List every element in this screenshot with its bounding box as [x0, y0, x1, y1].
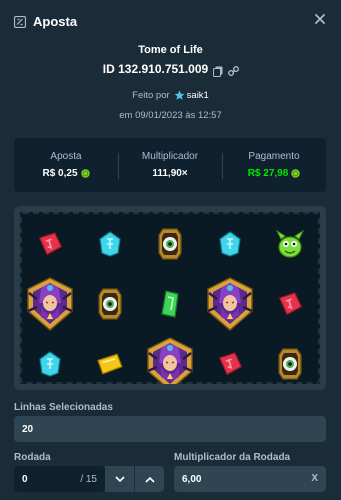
lines-field[interactable]: 20	[14, 416, 326, 442]
placed-by-prefix: Feito por	[132, 90, 170, 101]
round-down-button[interactable]	[105, 466, 134, 492]
stat-bet-label: Aposta	[50, 151, 82, 162]
bet-date: em 09/01/2023 às 12:57	[119, 110, 222, 121]
modal-title: Aposta	[33, 13, 78, 29]
eye-lantern-symbol	[80, 275, 140, 333]
round-total: / 15	[80, 473, 97, 485]
round-multiplier-value: 6,00	[182, 473, 202, 485]
slot-reels	[14, 206, 326, 390]
round-stepper	[105, 466, 164, 492]
eye-lantern-symbol	[140, 215, 200, 273]
green-gem-symbol	[140, 275, 200, 333]
red-rune-symbol	[200, 335, 260, 384]
chevron-up-icon	[144, 476, 155, 483]
stat-multiplier: Multiplicador 111,90×	[118, 151, 222, 179]
bet-amount: R$ 0,25	[42, 168, 78, 179]
ticket-icon	[13, 15, 27, 29]
username[interactable]: saik1	[187, 90, 209, 101]
bet-stats: Aposta R$ 0,25 Multiplicador 111,90× Pag…	[14, 138, 326, 192]
red-rune-symbol	[20, 215, 80, 273]
round-label: Rodada	[14, 452, 51, 463]
stat-bet: Aposta R$ 0,25	[14, 151, 118, 179]
round-field[interactable]: 0 / 15	[14, 466, 105, 492]
chevron-down-icon	[114, 475, 125, 482]
lines-label: Linhas Selecionadas	[14, 402, 113, 413]
witch-wild-symbol	[200, 275, 260, 333]
cyan-rune-symbol	[200, 215, 260, 273]
stat-payout: Pagamento R$ 27,98	[222, 151, 326, 179]
vip-star-icon	[174, 90, 185, 101]
round-multiplier-field[interactable]: 6,00 X	[174, 466, 326, 492]
coin-icon	[291, 169, 300, 178]
yellow-gem-symbol	[80, 335, 140, 384]
link-icon[interactable]	[228, 64, 240, 76]
round-multiplier-label: Multiplicador da Rodada	[174, 452, 291, 463]
clear-icon[interactable]: X	[311, 473, 318, 484]
bet-id: ID 132.910.751.009	[102, 62, 209, 76]
game-name[interactable]: Tome of Life	[0, 44, 341, 56]
cyan-rune-symbol	[80, 215, 140, 273]
witch-wild-symbol	[140, 335, 200, 384]
copy-icon[interactable]	[213, 64, 223, 77]
eye-lantern-symbol	[260, 335, 320, 384]
round-up-button[interactable]	[135, 466, 164, 492]
cyan-rune-symbol	[20, 335, 80, 384]
stat-bet-value: R$ 0,25	[14, 168, 118, 179]
red-rune-symbol	[260, 275, 320, 333]
bet-id-row: ID 132.910.751.009	[0, 62, 341, 77]
stat-multiplier-label: Multiplicador	[141, 151, 199, 162]
witch-wild-symbol	[20, 275, 80, 333]
stat-payout-label: Pagamento	[248, 151, 300, 162]
round-value: 0	[22, 473, 28, 485]
placed-by: Feito por saik1	[0, 90, 341, 101]
close-icon[interactable]	[313, 13, 327, 27]
green-creature-symbol	[260, 215, 320, 273]
stat-payout-value: R$ 27,98	[222, 168, 326, 179]
modal-header: Aposta	[0, 0, 341, 42]
coin-icon	[80, 169, 90, 178]
payout-amount: R$ 27,98	[247, 168, 289, 179]
stat-multiplier-value: 111,90×	[152, 168, 188, 179]
